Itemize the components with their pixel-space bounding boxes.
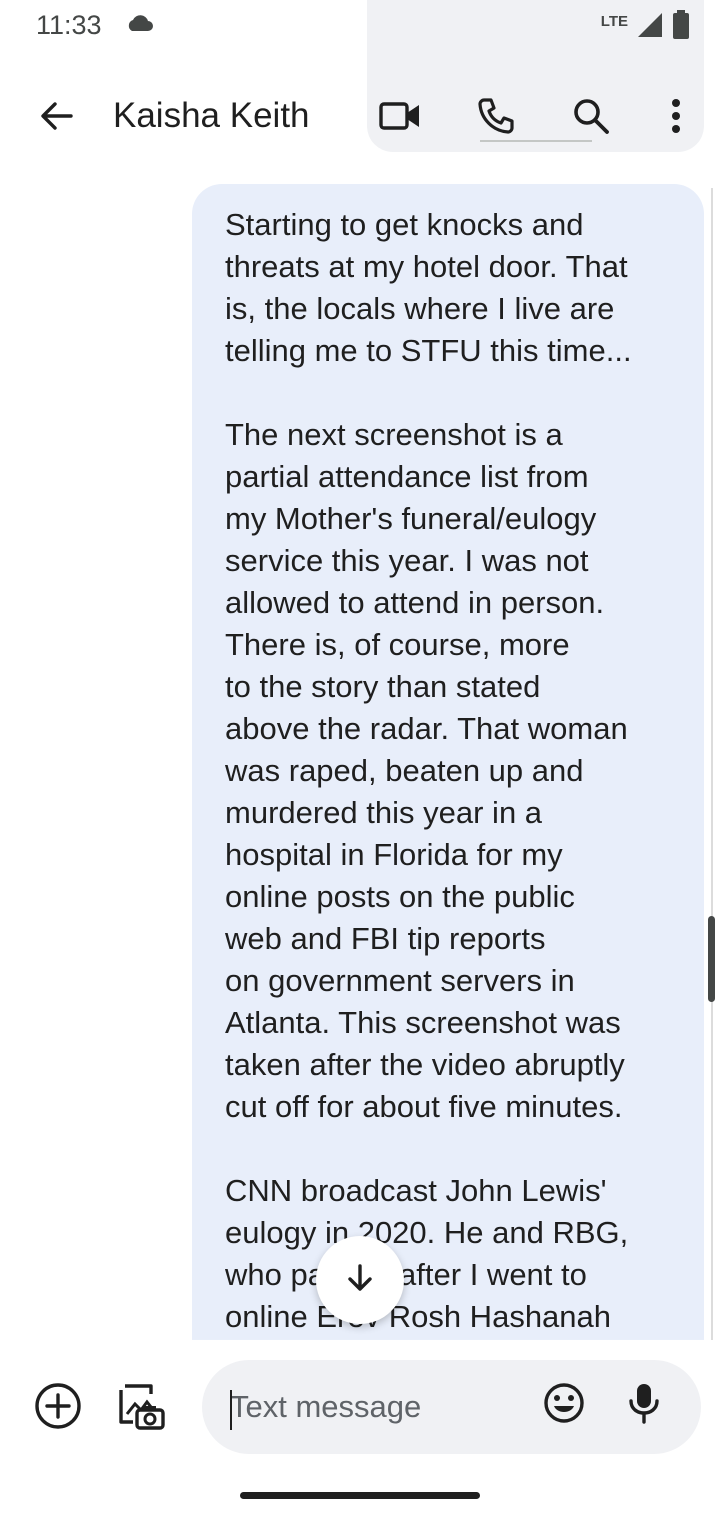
message-input-container[interactable] <box>202 1360 701 1454</box>
signal-icon <box>636 11 664 44</box>
more-options-button[interactable] <box>648 90 704 146</box>
message-paragraph: The next screenshot is a partial attenda… <box>225 417 628 1124</box>
gallery-camera-button[interactable] <box>113 1380 169 1436</box>
battery-icon <box>672 10 690 45</box>
add-circle-icon <box>33 1381 83 1436</box>
status-time: 11:33 <box>36 10 102 40</box>
text-cursor <box>230 1390 232 1430</box>
network-type: LTE <box>600 13 628 30</box>
cloud-icon <box>124 12 154 39</box>
search-button[interactable] <box>563 90 619 146</box>
video-call-button[interactable] <box>372 90 428 146</box>
search-icon <box>572 97 610 140</box>
conversation-area[interactable]: Starting to get knocks and threats at my… <box>0 158 720 1340</box>
scrollbar-track <box>711 188 713 1460</box>
scrollbar-thumb[interactable] <box>708 916 715 1002</box>
message-bubble[interactable]: Starting to get knocks and threats at my… <box>192 184 704 1340</box>
back-arrow-icon <box>38 98 74 139</box>
more-vert-icon <box>670 98 682 139</box>
voice-input-button[interactable] <box>616 1377 672 1433</box>
app-bar: Kaisha Keith <box>0 80 720 156</box>
message-paragraph: Starting to get knocks and threats at my… <box>225 207 632 368</box>
arrow-down-icon <box>344 1262 376 1299</box>
gallery-camera-icon <box>115 1380 167 1437</box>
message-paragraph: CNN broadcast John Lewis' eulogy in 2020… <box>225 1173 629 1334</box>
video-call-icon <box>378 100 422 137</box>
back-button[interactable] <box>28 92 84 144</box>
navigation-gesture-bar[interactable] <box>240 1492 480 1499</box>
microphone-icon <box>626 1381 662 1430</box>
scroll-to-bottom-button[interactable] <box>316 1236 404 1324</box>
message-input[interactable] <box>230 1382 530 1432</box>
call-divider <box>480 140 592 142</box>
contact-name[interactable]: Kaisha Keith <box>113 96 310 136</box>
emoji-button[interactable] <box>536 1377 592 1433</box>
phone-call-button[interactable] <box>468 90 524 146</box>
add-attachment-button[interactable] <box>30 1380 86 1436</box>
status-icons: LTE <box>601 10 690 45</box>
emoji-icon <box>542 1381 586 1430</box>
compose-bar <box>0 1340 720 1480</box>
phone-call-icon <box>476 96 516 141</box>
